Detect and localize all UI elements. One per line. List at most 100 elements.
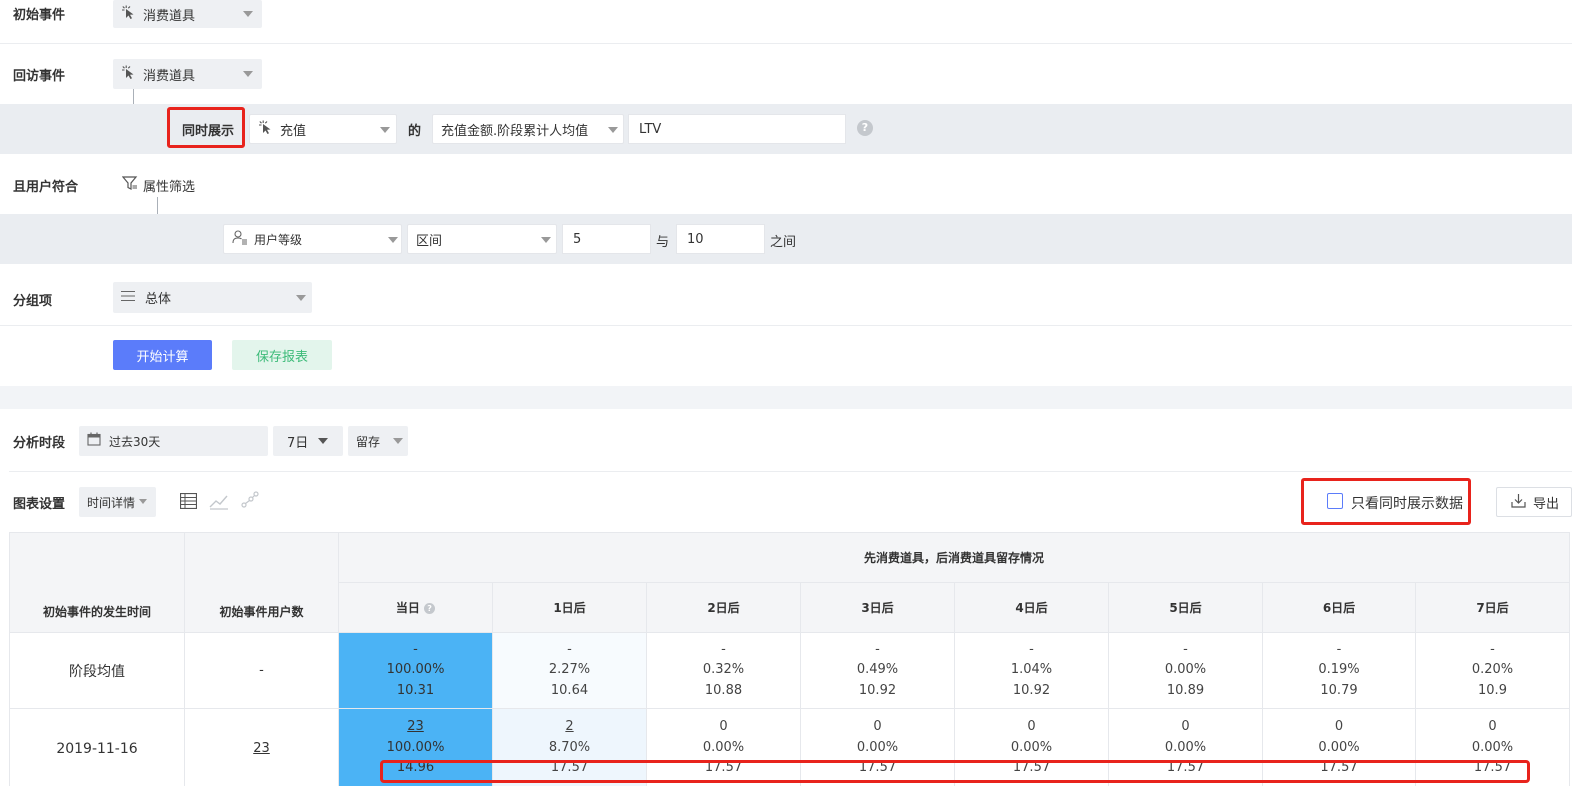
row-date: 阶段均值 [9, 632, 185, 709]
return-event-value: 消费道具 [143, 68, 196, 84]
and-label: 与 [656, 235, 670, 250]
day-header: 2日后 [646, 582, 801, 633]
day-header: 当日 ? [338, 582, 493, 633]
day-header-label: 当日 [395, 601, 420, 615]
retention-cell: -0.20% 10.9 [1415, 632, 1570, 709]
row-users: - [184, 632, 339, 709]
day-header: 7日后 [1415, 582, 1570, 633]
attribute-filter-button[interactable]: 属性筛选 [121, 175, 196, 195]
window-value: 7日 [287, 435, 309, 451]
retention-cell: -100.00% 10.31 [338, 632, 493, 709]
attr-operator-value: 区间 [416, 233, 443, 249]
attr-field-value: 用户等级 [254, 232, 303, 247]
retention-cell: -0.32% 10.88 [646, 632, 801, 709]
day-header: 6日后 [1262, 582, 1416, 633]
save-report-button[interactable]: 保存报表 [232, 340, 332, 370]
chevron-down-icon [243, 11, 253, 17]
cursor-click-icon [121, 5, 135, 23]
col-initial-users: 初始事件用户数 [184, 532, 339, 633]
user-list-icon [232, 229, 248, 249]
simultaneous-event-value: 充值 [280, 123, 307, 139]
divider [0, 325, 1572, 326]
alias-input[interactable]: LTV [628, 114, 846, 144]
chevron-down-icon [318, 438, 328, 444]
help-icon[interactable]: ? [857, 120, 873, 136]
calendar-icon [87, 432, 101, 450]
initial-event-label: 初始事件 [13, 8, 66, 23]
divider [9, 471, 1572, 472]
chart-view-select[interactable]: 时间详情 [79, 487, 156, 517]
user-match-label: 且用户符合 [13, 180, 79, 195]
count-link[interactable]: 23 [339, 717, 492, 738]
users-link[interactable]: 23 [253, 741, 270, 756]
chevron-down-icon [608, 127, 618, 133]
group-select[interactable]: 总体 [113, 282, 312, 313]
chevron-down-icon [393, 438, 403, 444]
attr-operator-select[interactable]: 区间 [407, 224, 557, 254]
group-label: 分组项 [13, 294, 53, 309]
day-header: 4日后 [954, 582, 1109, 633]
only-simultaneous-label[interactable]: 只看同时展示数据 [1351, 493, 1463, 513]
scatter-chart-icon[interactable] [240, 491, 260, 514]
mode-value: 留存 [356, 434, 381, 449]
table-row: 阶段均值 - -100.00% 10.31 -2.27% 10.64 -0.32% 1… [9, 632, 1570, 709]
highlight-box [167, 107, 245, 148]
metric-select[interactable]: 充值金额.阶段累计人均值 [432, 114, 624, 144]
range-from-input[interactable]: 5 [562, 224, 651, 254]
period-value: 过去30天 [109, 434, 161, 449]
list-icon [121, 289, 135, 307]
chevron-down-icon [380, 127, 390, 133]
download-icon [1511, 493, 1526, 512]
section-separator [0, 386, 1572, 409]
initial-event-value: 消费道具 [143, 8, 196, 24]
count-link[interactable]: 2 [493, 717, 646, 738]
simultaneous-event-select[interactable]: 充值 [249, 114, 397, 144]
chevron-down-icon [243, 71, 253, 77]
chevron-down-icon [541, 237, 551, 243]
retention-cell: -0.19% 10.79 [1262, 632, 1416, 709]
group-value: 总体 [145, 292, 172, 307]
cursor-click-icon [258, 120, 272, 138]
highlight-box [380, 760, 1530, 783]
chevron-down-icon [296, 295, 306, 301]
cursor-click-icon [121, 65, 135, 83]
group-header: 先消费道具，后消费道具留存情况 [338, 532, 1570, 583]
initial-event-select[interactable]: 消费道具 [113, 0, 262, 28]
compute-button[interactable]: 开始计算 [113, 340, 212, 370]
of-label: 的 [408, 124, 422, 139]
return-event-select[interactable]: 消费道具 [113, 59, 262, 89]
day-header: 5日后 [1108, 582, 1263, 633]
mode-select[interactable]: 留存 [348, 426, 408, 456]
row-users[interactable]: 23 [184, 708, 339, 786]
retention-cell: -0.49% 10.92 [800, 632, 955, 709]
funnel-icon [121, 175, 138, 195]
metric-value: 充值金额.阶段累计人均值 [441, 123, 589, 139]
row-date: 2019-11-16 [9, 708, 185, 786]
window-select[interactable]: 7日 [273, 426, 343, 456]
return-event-label: 回访事件 [13, 69, 66, 84]
retention-cell: -1.04% 10.92 [954, 632, 1109, 709]
checkbox-icon[interactable] [1327, 493, 1343, 509]
chart-settings-label: 图表设置 [13, 497, 66, 512]
export-label: 导出 [1533, 496, 1560, 512]
retention-cell: -0.00% 10.89 [1108, 632, 1263, 709]
day-header: 3日后 [800, 582, 955, 633]
chevron-down-icon [388, 237, 398, 243]
chart-view-value: 时间详情 [87, 495, 136, 510]
day-header: 1日后 [492, 582, 647, 633]
period-label: 分析时段 [13, 436, 66, 451]
period-select[interactable]: 过去30天 [79, 426, 268, 456]
attr-field-select[interactable]: 用户等级 [223, 224, 402, 254]
export-button[interactable]: 导出 [1496, 487, 1572, 517]
retention-table: 初始事件的发生时间 初始事件用户数 先消费道具，后消费道具留存情况 当日 ? 1… [9, 532, 1570, 786]
range-to-input[interactable]: 10 [676, 224, 765, 254]
divider [0, 43, 1572, 44]
attribute-filter-label: 属性筛选 [143, 179, 196, 195]
chevron-down-icon [139, 499, 147, 504]
help-icon[interactable]: ? [424, 603, 436, 614]
retention-cell: -2.27% 10.64 [492, 632, 647, 709]
table-view-icon[interactable] [179, 492, 198, 513]
between-label: 之间 [770, 235, 797, 250]
line-chart-icon[interactable] [209, 492, 229, 514]
col-initial-time: 初始事件的发生时间 [9, 532, 185, 633]
